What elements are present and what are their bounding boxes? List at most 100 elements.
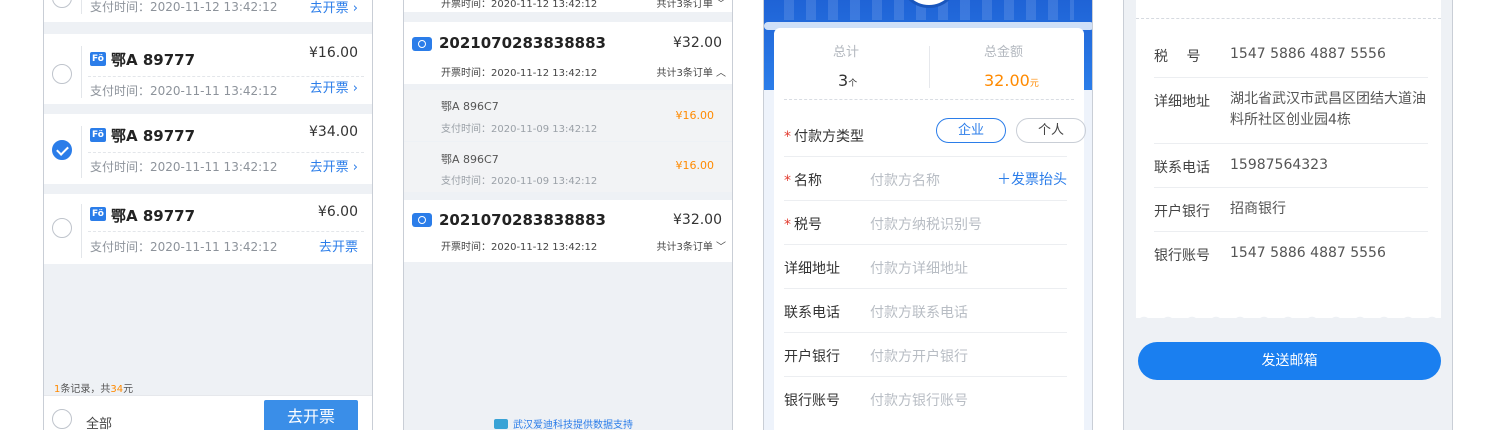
plate-number: 鄂A 89777 — [111, 51, 196, 69]
amount: ¥6.00 — [317, 204, 358, 220]
address-label: 详细地址 — [784, 261, 840, 277]
phone-row: 联系电话 15987564323 — [1154, 144, 1428, 188]
address-row: 详细地址 付款方详细地址 — [784, 245, 1067, 289]
list-item[interactable]: Fö 鄂A 89777 ¥16.00 支付时间：2020-11-11 13:42… — [44, 34, 372, 104]
sub-amount: ¥16.00 — [675, 159, 715, 172]
address-input[interactable]: 付款方详细地址 — [870, 258, 968, 278]
amount: ¥34.00 — [309, 124, 358, 140]
type-personal-button[interactable]: 个人 — [1016, 118, 1086, 143]
bank-input[interactable]: 付款方开户银行 — [870, 346, 968, 366]
divider — [88, 231, 364, 232]
total-count-value: 3个 — [838, 71, 858, 90]
tax-label: * 税号 — [784, 217, 822, 233]
amount: ¥16.00 — [309, 45, 358, 61]
account-input[interactable]: 付款方银行账号 — [870, 390, 968, 410]
invoice-detail-screen: 税 号 1547 5886 4887 5556 详细地址 湖北省武汉市武昌区团结… — [1123, 0, 1453, 430]
order-number: 2021070283838883 — [439, 34, 606, 52]
item-radio[interactable] — [52, 218, 72, 238]
account-row: 银行账号 付款方银行账号 — [784, 377, 1067, 421]
address-label: 详细地址 — [1154, 94, 1210, 110]
tax-label: 税 号 — [1154, 49, 1201, 65]
bottom-bar: 全部 去开票 — [44, 395, 372, 430]
go-invoice-link[interactable]: 去开票 › — [310, 77, 358, 96]
sub-pay-time: 支付时间：2020-11-09 13:42:12 — [441, 124, 598, 135]
address-value: 湖北省武汉市武昌区团结大道油料所社区创业园4栋 — [1230, 91, 1426, 128]
select-all-label[interactable]: 全部 — [86, 413, 112, 430]
go-invoice-link[interactable]: 去开票 › — [310, 0, 358, 16]
type-company-button[interactable]: 企业 — [936, 118, 1006, 143]
list-item[interactable]: Fö 鄂A 89777 ¥34.00 支付时间：2020-11-11 13:42… — [44, 114, 372, 184]
item-radio-checked[interactable] — [52, 140, 72, 160]
sub-order-item: 鄂A 896C7 支付时间：2020-11-09 13:42:12 ¥16.00 — [404, 142, 732, 192]
divider — [1136, 18, 1441, 19]
data-support-note: 武汉爱迪科技提供数据支持 — [494, 416, 633, 430]
divider — [88, 152, 364, 153]
sub-pay-time: 支付时间：2020-11-09 13:42:12 — [441, 176, 598, 187]
tax-row: 税 号 1547 5886 4887 5556 — [1154, 34, 1428, 78]
go-invoice-button[interactable]: 去开票 — [264, 400, 358, 430]
order-count-toggle[interactable]: 共计3条订单 ﹀ — [656, 0, 726, 10]
order-amount: ¥32.00 — [673, 212, 722, 228]
bank-row: 开户银行 付款方开户银行 — [784, 333, 1067, 377]
selection-summary: 1条记录，共34元 — [54, 384, 134, 395]
tax-input[interactable]: 付款方纳税识别号 — [870, 214, 982, 234]
select-all-radio[interactable] — [52, 409, 72, 429]
go-invoice-link[interactable]: 去开票 — [319, 236, 358, 255]
account-label: 银行账号 — [1154, 248, 1210, 264]
order-count-toggle[interactable]: 共计3条订单 ︿ — [656, 64, 726, 79]
pay-time: 支付时间：2020-11-11 13:42:12 — [90, 240, 278, 254]
name-row: * 名称 付款方名称 ＋发票抬头 — [784, 157, 1067, 201]
total-amount-label: 总金额 — [984, 45, 1024, 60]
address-row: 详细地址 湖北省武汉市武昌区团结大道油料所社区创业园4栋 — [1154, 78, 1428, 144]
bank-row: 开户银行 招商银行 — [1154, 188, 1428, 232]
list-item[interactable]: Fö 鄂A 89777 ¥6.00 支付时间：2020-11-11 13:42:… — [44, 194, 372, 264]
plate-number: 鄂A 89777 — [111, 127, 196, 145]
invoice-form-screen: 总计 3个 总金额 32.00元 * 付款方类型 企业 个人 * 名称 付款方名称 … — [763, 0, 1093, 430]
divider — [81, 0, 82, 14]
divider — [81, 46, 82, 98]
account-label: 银行账号 — [784, 393, 840, 409]
bank-label: 开户银行 — [1154, 204, 1210, 220]
list-item[interactable]: 支付时间：2020-11-12 13:42:12 去开票 › — [44, 0, 372, 22]
divider — [929, 46, 930, 88]
invoice-history-screen: 开票时间：2020-11-12 13:42:12 共计3条订单 ﹀ 202107… — [403, 0, 733, 430]
add-invoice-title-button[interactable]: ＋发票抬头 — [997, 169, 1067, 189]
name-input[interactable]: 付款方名称 — [870, 170, 940, 190]
plate-number: 鄂A 89777 — [111, 207, 196, 225]
phone-label: 联系电话 — [784, 305, 840, 321]
order-amount: ¥32.00 — [673, 35, 722, 51]
item-radio[interactable] — [52, 64, 72, 84]
divider — [81, 204, 82, 258]
pay-time: 支付时间：2020-11-12 13:42:12 — [90, 0, 278, 14]
sub-plate: 鄂A 896C7 — [441, 153, 499, 166]
pay-time: 支付时间：2020-11-11 13:42:12 — [90, 84, 278, 98]
sub-amount: ¥16.00 — [675, 109, 715, 122]
order-count-toggle[interactable]: 共计3条订单 ﹀ — [656, 238, 726, 253]
invoice-ticket-icon — [412, 213, 432, 227]
tax-value: 1547 5886 4887 5556 — [1230, 46, 1386, 62]
account-row: 银行账号 1547 5886 4887 5556 — [1154, 232, 1428, 276]
order-card[interactable]: 2021070283838883 ¥32.00 开票时间：2020-11-12 … — [404, 22, 732, 84]
total-count-label: 总计 — [833, 45, 860, 60]
invoice-ticket-icon — [412, 37, 432, 51]
account-value: 1547 5886 4887 5556 — [1230, 245, 1386, 261]
invoice-time: 开票时间：2020-11-12 13:42:12 — [441, 0, 598, 10]
car-plate-icon: Fö — [90, 52, 106, 66]
item-radio[interactable] — [52, 0, 72, 8]
sub-plate: 鄂A 896C7 — [441, 100, 499, 113]
phone-label: 联系电话 — [1154, 160, 1210, 176]
pay-time: 支付时间：2020-11-11 13:42:12 — [90, 160, 278, 174]
order-card[interactable]: 开票时间：2020-11-12 13:42:12 共计3条订单 ﹀ — [404, 0, 732, 12]
car-plate-icon: Fö — [90, 128, 106, 142]
tax-row: * 税号 付款方纳税识别号 — [784, 201, 1067, 245]
divider — [81, 126, 82, 178]
name-label: * 名称 — [784, 173, 822, 189]
order-card[interactable]: 2021070283838883 ¥32.00 开票时间：2020-11-12 … — [404, 200, 732, 262]
sub-order-item: 鄂A 896C7 支付时间：2020-11-09 13:42:12 ¥16.00 — [404, 90, 732, 141]
send-email-button[interactable]: 发送邮箱 — [1138, 342, 1441, 380]
ticket-edge — [1136, 311, 1441, 323]
provider-logo-icon — [494, 419, 508, 429]
invoice-time: 开票时间：2020-11-12 13:42:12 — [441, 242, 598, 253]
go-invoice-link[interactable]: 去开票 › — [310, 156, 358, 175]
phone-input[interactable]: 付款方联系电话 — [870, 302, 968, 322]
